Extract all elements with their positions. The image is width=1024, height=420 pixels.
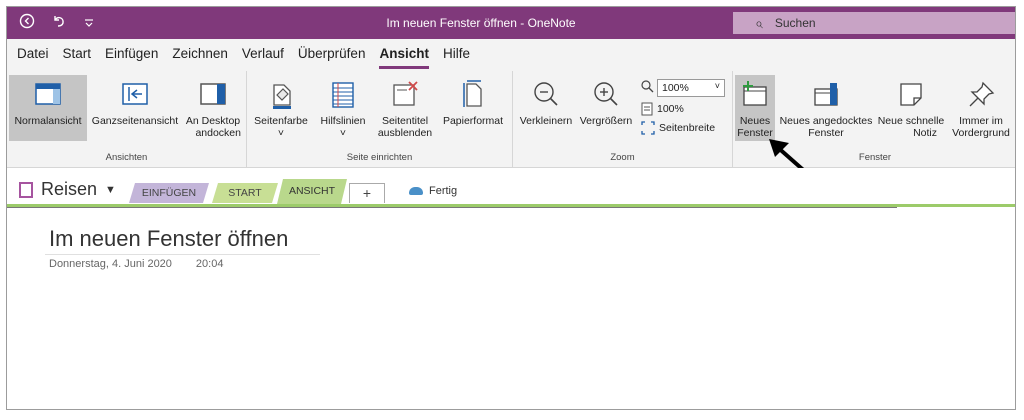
sync-cloud-icon — [409, 187, 423, 196]
new-window-icon — [743, 81, 767, 106]
chevron-down-icon: ▼ — [105, 183, 116, 196]
zoom-icon — [641, 80, 654, 93]
notebook-icon — [19, 181, 33, 198]
menu-zeichnen[interactable]: Zeichnen — [165, 39, 235, 71]
menu-bar: Datei Start Einfügen Zeichnen Verlauf Üb… — [7, 39, 1015, 71]
notebook-name: Reisen — [41, 179, 98, 199]
docked-window-icon — [814, 83, 838, 106]
new-window-button[interactable]: Neues Fenster — [735, 75, 775, 141]
menu-einfuegen[interactable]: Einfügen — [98, 39, 165, 71]
zoom-100-button[interactable]: 100% — [641, 102, 684, 116]
page-color-button[interactable]: Seitenfarbe ˅ — [251, 75, 311, 141]
sync-status: Fertig — [409, 185, 457, 197]
normal-view-button[interactable]: Normalansicht — [9, 75, 87, 141]
paper-size-icon — [463, 80, 482, 107]
section-tab-ansicht[interactable]: ANSICHT — [277, 179, 347, 204]
zoom-in-icon — [594, 82, 618, 106]
rule-lines-button[interactable]: Hilfslinien ˅ — [313, 75, 373, 141]
search-icon: ⌕ — [755, 14, 763, 31]
ribbon: Normalansicht Ganzseitenansicht An Deskt… — [7, 71, 1015, 177]
always-on-top-button[interactable]: Immer im Vordergrund — [947, 75, 1015, 141]
group-seite-einrichten: Seitenfarbe ˅ Hilfslinien ˅ Seitentitel … — [247, 71, 513, 167]
menu-ueberpruefen[interactable]: Überprüfen — [291, 39, 373, 71]
search-placeholder: Suchen — [774, 16, 816, 30]
group-ansichten: Normalansicht Ganzseitenansicht An Deskt… — [7, 71, 247, 167]
menu-ansicht[interactable]: Ansicht — [372, 39, 436, 71]
group-zoom: Verkleinern Vergrößern 100% ˅ 100% Seite… — [513, 71, 733, 167]
menu-verlauf[interactable]: Verlauf — [235, 39, 291, 71]
page-width-icon — [641, 121, 655, 135]
title-bar: Im neuen Fenster öffnen - OneNote ⌕ Such… — [7, 7, 1015, 39]
zoom-out-button[interactable]: Verkleinern — [517, 75, 575, 141]
zoom-percent-dropdown[interactable]: 100% ˅ — [657, 79, 725, 97]
notebook-selector[interactable]: Reisen ▼ — [19, 179, 116, 200]
group-label-zoom: Zoom — [610, 152, 635, 163]
menu-start[interactable]: Start — [56, 39, 99, 71]
zoom-in-button[interactable]: Vergrößern — [577, 75, 635, 141]
rule-lines-icon — [332, 82, 354, 108]
onenote-window: Im neuen Fenster öffnen - OneNote ⌕ Such… — [6, 6, 1016, 410]
zoom-out-icon — [534, 82, 558, 106]
dock-to-desktop-button[interactable]: An Desktop andocken — [181, 75, 245, 141]
normal-view-icon — [35, 83, 61, 105]
page-canvas[interactable]: Im neuen Fenster öffnen Donnerstag, 4. J… — [7, 208, 1015, 409]
quick-note-icon — [900, 83, 922, 106]
new-quick-note-button[interactable]: Neue schnelle Notiz — [875, 75, 947, 141]
page-timestamp: Donnerstag, 4. Juni 2020 20:04 — [49, 258, 247, 270]
dock-desktop-icon — [200, 83, 226, 105]
page-date: Donnerstag, 4. Juni 2020 — [49, 258, 172, 270]
group-label-seite-einrichten: Seite einrichten — [346, 152, 413, 163]
chevron-down-icon: ˅ — [714, 81, 720, 91]
page-title[interactable]: Im neuen Fenster öffnen — [49, 226, 288, 252]
zoom-100-icon — [641, 102, 653, 116]
paper-size-button[interactable]: Papierformat — [437, 75, 509, 141]
hide-page-title-button[interactable]: Seitentitel ausblenden — [375, 75, 435, 141]
page-width-button[interactable]: Seitenbreite — [641, 121, 715, 135]
notebook-bar: Reisen ▼ EINFÜGEN START ANSICHT + Fertig — [7, 168, 1015, 208]
section-tab-einfuegen[interactable]: EINFÜGEN — [129, 183, 209, 203]
add-section-button[interactable]: + — [349, 183, 385, 203]
page-time: 20:04 — [195, 258, 224, 270]
title-underline — [45, 254, 320, 255]
menu-datei[interactable]: Datei — [7, 39, 56, 71]
group-label-ansichten: Ansichten — [105, 152, 148, 163]
hide-page-title-icon — [393, 81, 418, 106]
full-page-view-icon — [122, 83, 148, 105]
pin-icon — [969, 81, 995, 107]
page-color-icon — [273, 84, 291, 109]
full-page-view-button[interactable]: Ganzseitenansicht — [89, 75, 181, 141]
section-tab-start[interactable]: START — [212, 183, 278, 203]
new-docked-window-button[interactable]: Neues angedocktes Fenster — [777, 75, 875, 141]
menu-hilfe[interactable]: Hilfe — [436, 39, 477, 71]
search-box[interactable]: ⌕ Suchen — [733, 12, 1015, 34]
